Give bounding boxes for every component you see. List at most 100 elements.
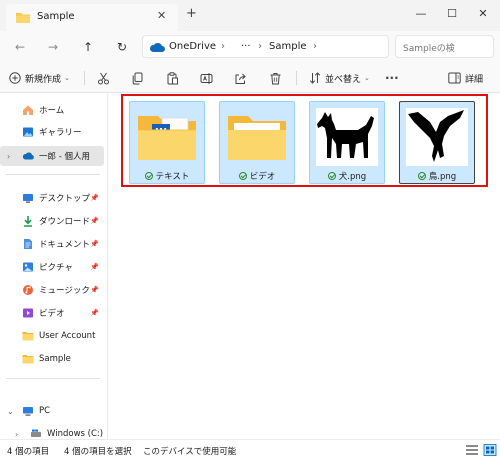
- sort-button[interactable]: 並べ替え ⌄: [309, 70, 370, 86]
- sidebar-item-label: ピクチャ: [39, 263, 73, 273]
- sidebar-item-user-account[interactable]: User Account: [0, 326, 104, 346]
- tab-close-button[interactable]: ✕: [157, 9, 166, 22]
- new-button[interactable]: 新規作成 ⌄: [9, 70, 70, 86]
- chevron-right-icon[interactable]: ›: [7, 152, 10, 161]
- sidebar-item-documents[interactable]: ドキュメント 📌: [0, 234, 104, 254]
- sort-label: 並べ替え: [325, 74, 362, 85]
- breadcrumb-separator: ›: [258, 41, 262, 52]
- details-label: 詳細: [465, 74, 484, 85]
- music-icon: [23, 285, 33, 295]
- chevron-down-icon: ⌄: [64, 74, 70, 82]
- file-item-dog-image[interactable]: 犬.png: [309, 101, 385, 184]
- details-pane-icon: [448, 72, 461, 84]
- availability-status: このデバイスで使用可能: [143, 447, 237, 457]
- gallery-icon: [23, 127, 33, 137]
- more-options-button[interactable]: ···: [385, 70, 399, 86]
- sync-ok-icon: [417, 172, 426, 180]
- sidebar-item-label: User Account: [39, 331, 96, 341]
- navigation-pane: ホーム ギャラリー › 一郎 - 個人用 デスクトップ 📌 ダウンロード 📌 ド…: [0, 94, 108, 439]
- sidebar-item-sample[interactable]: Sample: [0, 349, 104, 369]
- chevron-down-icon: ⌄: [364, 74, 370, 82]
- pin-icon[interactable]: 📌: [90, 263, 99, 271]
- tab-title: Sample: [37, 11, 75, 22]
- document-icon: [24, 239, 32, 249]
- details-view-icon[interactable]: [465, 444, 479, 456]
- pc-icon: [23, 407, 33, 416]
- sidebar-item-label: ホーム: [39, 106, 65, 116]
- pin-icon[interactable]: 📌: [90, 194, 99, 202]
- divider: [296, 71, 297, 85]
- sync-ok-icon: [144, 172, 153, 180]
- sidebar-item-label: デスクトップ: [39, 194, 91, 204]
- file-item-bird-image[interactable]: 鳥.png: [399, 101, 475, 184]
- file-name: テキスト: [130, 170, 204, 182]
- breadcrumb-separator: ›: [221, 41, 225, 52]
- plus-circle-icon: [9, 72, 21, 84]
- sidebar-item-music[interactable]: ミュージック 📌: [0, 280, 104, 300]
- trash-icon: [270, 72, 281, 84]
- close-button[interactable]: ✕: [468, 3, 498, 25]
- scissors-icon: [98, 72, 109, 84]
- sidebar-item-label: ビデオ: [39, 309, 65, 319]
- title-bar: Sample ✕ + — ☐ ✕: [0, 0, 500, 31]
- navigation-bar: ← → ↑ ↻ OneDrive › ··· › Sample › Sample…: [0, 31, 500, 63]
- video-icon: [23, 308, 33, 318]
- address-bar[interactable]: OneDrive › ··· › Sample ›: [142, 35, 389, 58]
- delete-button[interactable]: [269, 70, 282, 86]
- file-item-folder-text[interactable]: W テキスト: [129, 101, 205, 184]
- selected-count: 4 個の項目を選択: [64, 447, 132, 457]
- cut-button[interactable]: [97, 70, 110, 86]
- chevron-right-icon[interactable]: ›: [15, 430, 18, 439]
- copy-button[interactable]: [131, 70, 144, 86]
- minimize-button[interactable]: —: [406, 3, 436, 25]
- sidebar-item-label: ダウンロード: [39, 217, 91, 227]
- sidebar-item-pictures[interactable]: ピクチャ 📌: [0, 257, 104, 277]
- sync-ok-icon: [238, 172, 247, 180]
- sync-ok-icon: [327, 172, 336, 180]
- sidebar-item-onedrive[interactable]: › 一郎 - 個人用: [0, 146, 104, 166]
- up-button[interactable]: ↑: [77, 37, 99, 57]
- paste-button[interactable]: [166, 70, 179, 86]
- pin-icon[interactable]: 📌: [90, 240, 99, 248]
- file-list-area[interactable]: W テキスト ビデオ 犬.png: [109, 94, 500, 439]
- maximize-button[interactable]: ☐: [437, 3, 467, 25]
- picture-icon: [23, 262, 33, 272]
- sidebar-item-home[interactable]: ホーム: [0, 100, 104, 120]
- pin-icon[interactable]: 📌: [90, 309, 99, 317]
- pin-icon[interactable]: 📌: [90, 286, 99, 294]
- chevron-down-icon[interactable]: ⌄: [7, 407, 14, 416]
- dog-image: [316, 108, 378, 166]
- sidebar-item-gallery[interactable]: ギャラリー: [0, 122, 104, 142]
- sort-icon: [309, 72, 321, 84]
- new-label: 新規作成: [25, 74, 62, 85]
- sidebar-item-label: ドキュメント: [39, 240, 91, 250]
- download-icon: [24, 216, 32, 227]
- rename-icon: [200, 72, 213, 84]
- tab-sample[interactable]: Sample ✕: [6, 4, 178, 31]
- sidebar-item-videos[interactable]: ビデオ 📌: [0, 303, 104, 323]
- new-tab-button[interactable]: +: [186, 6, 197, 21]
- folder-word-icon: W: [138, 116, 196, 160]
- forward-button[interactable]: →: [42, 37, 64, 57]
- item-count: 4 個の項目: [7, 447, 50, 457]
- large-icons-view-icon[interactable]: [483, 444, 497, 456]
- paste-icon: [167, 71, 178, 84]
- back-button[interactable]: ←: [9, 37, 31, 57]
- rename-button[interactable]: [200, 70, 213, 86]
- sidebar-item-downloads[interactable]: ダウンロード 📌: [0, 211, 104, 231]
- folder-icon: [16, 13, 30, 23]
- file-name: 鳥.png: [400, 170, 474, 182]
- breadcrumb-overflow[interactable]: ···: [241, 41, 251, 52]
- details-button[interactable]: 詳細: [448, 70, 483, 86]
- sidebar-item-desktop[interactable]: デスクトップ 📌: [0, 188, 104, 208]
- refresh-button[interactable]: ↻: [111, 37, 133, 57]
- sidebar-item-pc[interactable]: ⌄ PC: [0, 401, 104, 421]
- breadcrumb-sample[interactable]: Sample: [269, 41, 307, 52]
- file-item-folder-video[interactable]: ビデオ: [219, 101, 295, 184]
- pin-icon[interactable]: 📌: [90, 217, 99, 225]
- breadcrumb-onedrive[interactable]: OneDrive: [169, 41, 216, 52]
- share-button[interactable]: [234, 70, 247, 86]
- file-name: 犬.png: [310, 170, 384, 182]
- search-box[interactable]: Sampleの検: [395, 35, 494, 58]
- share-icon: [235, 73, 246, 84]
